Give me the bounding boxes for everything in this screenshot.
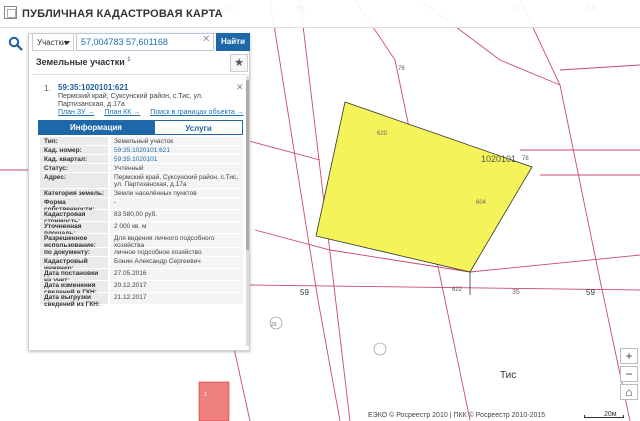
attribute-key: Разрешенное использование: (40, 234, 108, 249)
search-icon[interactable] (8, 36, 28, 52)
block-label: 1020101 (481, 154, 516, 164)
attribute-value: 2 000 кв. м (110, 222, 243, 233)
attribute-key: Уточненная площадь: (40, 222, 108, 237)
attribute-value: Для ведения личного подсобного хозяйства (110, 234, 243, 249)
attribute-row: Кадастровая стоимость:83 580,00 руб. (40, 210, 243, 225)
attribute-key: Статус: (40, 164, 108, 172)
layer-select[interactable]: Участки (32, 33, 74, 51)
parcel-label: 620 (377, 131, 388, 137)
app-title: ПУБЛИЧНАЯ КАДАСТРОВАЯ КАРТА (22, 8, 223, 20)
attribute-row: Кадастровый инженер:Бонин Александр Серг… (40, 257, 243, 272)
parcel-label: 622 (452, 287, 463, 293)
attribute-value: Земли населённых пунктов (110, 189, 243, 197)
parcel-label: 604 (476, 200, 487, 206)
attribute-value[interactable]: 59:35:1020101:621 (110, 146, 243, 154)
attribute-row: Категория земель: Земли населённых пункто… (40, 189, 243, 198)
attribute-value: 27.05.2016 (110, 269, 243, 280)
chevron-down-icon (64, 41, 70, 45)
tab-bar: Информация Услуги (38, 120, 243, 135)
scale-label: 20м (604, 411, 617, 418)
attribute-key: Кад. номер: (40, 146, 108, 154)
attribute-key: Категория земель: (40, 189, 108, 197)
attribute-row: Дата выгрузки сведений из ГКН: 21.12.2017 (40, 293, 243, 308)
result-count: 1 (127, 57, 131, 63)
attribute-value: Земельный участок (110, 137, 243, 145)
attribute-value: Пермский край, Суксунский район, с.Тис, … (110, 173, 243, 188)
app-header: ПУБЛИЧНАЯ КАДАСТРОВАЯ КАРТА (0, 0, 640, 28)
result-index: 1. (44, 84, 51, 93)
section-title-text: Земельные участки (36, 57, 125, 67)
parcel-polygon (315, 101, 533, 273)
zoom-in-button[interactable]: + (620, 348, 638, 364)
zoom-out-button[interactable]: − (620, 366, 638, 382)
tab-services[interactable]: Услуги (154, 120, 243, 135)
attribute-row: Дата изменения сведений в ГКН:20.12.2017 (40, 281, 243, 296)
parcel-label: 1 (204, 392, 207, 398)
tab-info[interactable]: Информация (38, 120, 154, 135)
layer-select-label: Участки (37, 38, 67, 47)
attribute-key: Дата постановки на учет: (40, 269, 108, 284)
attribute-row: Дата постановки на учет:27.05.2016 (40, 269, 243, 284)
scrollbar-thumb[interactable] (246, 80, 249, 250)
attribute-key: Тип: (40, 137, 108, 145)
search-input[interactable]: 57,004783 57,601168 (76, 33, 214, 51)
attribute-row: Тип: Земельный участок (40, 137, 243, 146)
result-cad-number[interactable]: 59:35:1020101:621 (58, 83, 128, 92)
attribute-key: Кад. квартал: (40, 155, 108, 163)
attribute-value: 20.12.2017 (110, 281, 243, 292)
attribute-row: Адрес: Пермский край, Суксунский район, с… (40, 173, 243, 189)
settlement-label: Тис (500, 370, 516, 381)
attribute-key: по документу: (40, 248, 108, 256)
quarter-label: 59 (300, 288, 309, 297)
attribute-row: Кад. номер: 59:35:1020101:621 (40, 146, 243, 155)
parcel-label: 23 (271, 322, 277, 328)
attribute-row: Уточненная площадь:2 000 кв. м (40, 222, 243, 237)
plan-zu-link[interactable]: План ЗУ → (58, 109, 94, 116)
find-button[interactable]: Найти (216, 33, 250, 51)
divider (32, 74, 246, 75)
zoom-controls: + − ⌂ (620, 348, 638, 402)
number-label: 35 (512, 289, 520, 296)
copyright: ЕЭКО © Росреестр 2010 | ПКК © Росреестр … (368, 412, 546, 419)
home-icon[interactable]: ⌂ (620, 384, 638, 400)
attribute-key: Форма собственности: (40, 198, 108, 213)
attribute-value: личное подсобное хозяйство (110, 248, 243, 256)
attribute-value: 21.12.2017 (110, 293, 243, 304)
attribute-row: Статус: Учтенный (40, 164, 243, 173)
result-address: Пермский край, Суксунский район, с.Тис, … (58, 93, 203, 108)
attribute-key: Кадастровая стоимость: (40, 210, 108, 225)
attribute-key: Кадастровый инженер: (40, 257, 108, 272)
parcel-label: 78 (522, 156, 529, 162)
parcel-label: 76 (398, 66, 405, 72)
rosreestr-logo-icon (4, 6, 17, 19)
attribute-value: 83 580,00 руб. (110, 210, 243, 221)
attribute-key: Адрес: (40, 173, 108, 188)
attribute-key: Дата изменения сведений в ГКН: (40, 281, 108, 296)
attribute-value[interactable]: 59:35:1020101 (110, 155, 243, 163)
attribute-value: - (110, 198, 243, 209)
plan-kk-link[interactable]: План КК → (104, 109, 140, 116)
close-icon[interactable]: ✕ (236, 82, 244, 93)
attribute-row: Разрешенное использование: Для ведения ли… (40, 234, 243, 249)
section-title: Земельные участки 1 (36, 57, 131, 67)
attribute-key: Дата выгрузки сведений из ГКН: (40, 293, 108, 308)
attribute-row: Форма собственности:- (40, 198, 243, 213)
search-in-bounds-link[interactable]: Поиск в границах объекта → (150, 109, 244, 116)
attribute-value: Бонин Александр Сергеевич (110, 257, 243, 268)
attribute-value: Учтенный (110, 164, 243, 172)
clear-icon[interactable]: ✕ (202, 34, 210, 45)
attributes-table: Тип: Земельный участок Кад. номер: 59:35:10… (40, 137, 243, 308)
result-links: План ЗУ → План КК → Поиск в границах объ… (58, 109, 252, 116)
attribute-row: по документу: личное подсобное хозяйство (40, 248, 243, 257)
attribute-row: Кад. квартал: 59:35:1020101 (40, 155, 243, 164)
star-icon[interactable]: ★ (230, 54, 248, 72)
quarter-label: 59 (586, 288, 595, 297)
